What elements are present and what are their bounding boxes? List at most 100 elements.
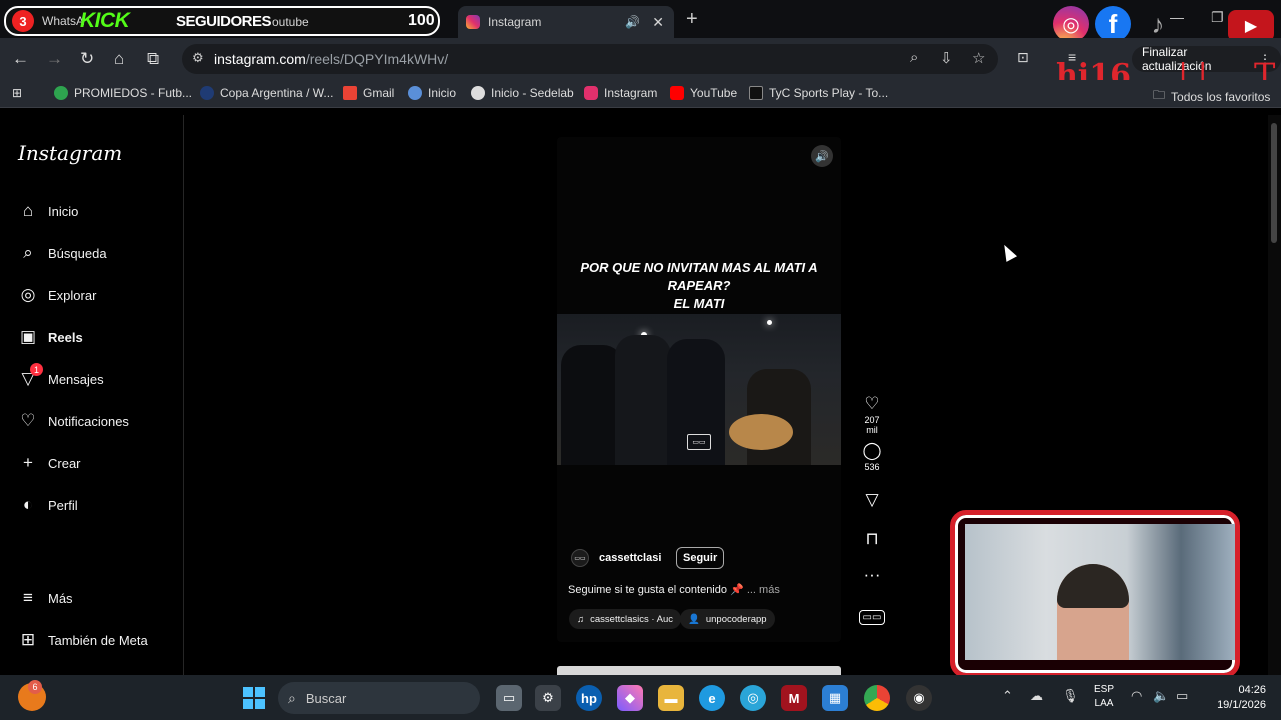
bookmark-sedelab[interactable]: Inicio - Sedelab [471,86,574,100]
tab-whatsapp[interactable]: 3 WhatsA KICK SEGUIDORES outube 100 [4,6,440,36]
sidebar-item-perfil[interactable]: ◐ Perfil [18,495,78,515]
restore-button[interactable]: ❐ [1211,9,1224,26]
input-language[interactable]: ESP LAA [1094,683,1114,711]
edge-icon[interactable]: e [699,685,725,711]
page-scrollbar[interactable] [1268,115,1281,675]
bookmark-inicio[interactable]: Inicio [408,86,456,100]
folder-icon: 🗀 [1153,88,1166,102]
start-button[interactable] [243,687,265,709]
instagram-overlay-icon: ◎ [1053,6,1089,42]
install-app-icon[interactable]: ⇩ [940,49,953,67]
wifi-icon[interactable]: ◠ [1131,688,1142,704]
app-icon[interactable]: ⚙ [535,685,561,711]
sidebar-item-inicio[interactable]: ⌂ Inicio [18,201,79,221]
avatar[interactable]: ▭▭ [571,549,589,567]
search-icon: ⌕ [288,689,296,706]
copilot-icon[interactable]: ◆ [617,685,643,711]
antivirus-icon[interactable]: M [781,685,807,711]
tab-instagram[interactable]: Instagram 🔊 ✕ [458,6,674,38]
more-link[interactable]: ... más [747,584,780,596]
reel-video-frame[interactable]: ▭▭ [557,314,841,465]
close-tab-icon[interactable]: ✕ [652,14,664,31]
like-button[interactable]: ♡ 207 mil [858,394,886,435]
microphone-icon[interactable]: 🎙 [1062,688,1079,704]
audio-page-button[interactable]: ▭▭ [858,607,886,625]
comment-button[interactable]: ◯ 536 [858,441,886,472]
tab-youtube-label: outube [272,15,309,29]
tray-chevron-icon[interactable]: ⌃ [1002,688,1013,704]
tab-label: WhatsA [42,14,85,28]
tab-search-icon[interactable]: ⊡ [1017,49,1029,66]
comment-icon: ◯ [862,441,882,460]
apps-grid-icon[interactable]: ⊞ [12,86,22,100]
bookmark-instagram[interactable]: Instagram [584,86,657,100]
webcam-view [965,524,1235,660]
sidebar-item-crear[interactable]: + Crear [18,453,80,473]
audio-toggle-icon[interactable]: 🔊 [811,145,833,167]
home-button[interactable]: ⌂ [114,49,124,69]
omnibox[interactable]: ⚙ instagram.com/reels/DQPYIm4kWHv/ ⌕ ⇩ ☆ [182,44,998,74]
mouse-cursor [998,242,1018,262]
music-note-icon: ♫ [577,613,585,625]
store-icon[interactable]: ▦ [822,685,848,711]
settings-app-icon[interactable]: ◎ [740,685,766,711]
zoom-icon[interactable]: ⌕ [910,49,918,66]
url-text[interactable]: instagram.com/reels/DQPYIm4kWHv/ [214,51,448,67]
instagram-favicon-icon [466,15,480,29]
bookmark-copa-argentina[interactable]: Copa Argentina / W... [200,86,333,100]
more-options-button[interactable]: ··· [858,565,886,585]
save-button[interactable]: ⊓ [858,529,886,549]
system-clock[interactable]: 04:26 19/1/2026 [1208,683,1266,713]
reload-button[interactable]: ↻ [80,49,94,69]
username[interactable]: cassettclasi [599,552,661,564]
sidebar-item-reels[interactable]: ▣ Reels [18,327,83,347]
scrollbar-thumb[interactable] [1271,123,1277,243]
comment-count: 536 [864,462,880,472]
obs-icon[interactable]: ◉ [906,685,932,711]
chrome-icon[interactable] [864,685,890,711]
instagram-sidebar: Instagram ⌂ Inicio ⌕ Búsqueda ◎ Explorar… [0,115,184,675]
followers-overlay-label: SEGUIDORES [176,13,272,30]
sidebar-item-explorar[interactable]: ◎ Explorar [18,285,97,305]
sidebar-item-mensajes[interactable]: ▽ 1 Mensajes [18,363,104,389]
profile-icon: ◐ [22,495,34,514]
back-button[interactable]: ← [12,49,29,69]
sidebar-item-notificaciones[interactable]: ♡ Notificaciones [18,411,129,431]
instagram-logo[interactable]: Instagram [18,141,122,165]
sidebar-item-meta[interactable]: ⊞ También de Meta [18,630,148,650]
site-settings-icon[interactable]: ⚙ [192,50,204,66]
audio-chip[interactable]: ♫ cassettclasics · Auc [569,609,682,629]
onedrive-icon[interactable]: ☁ [1030,688,1043,704]
bookmark-youtube[interactable]: YouTube [670,86,737,100]
send-icon: ▽ [865,490,879,509]
reel-author[interactable]: ▭▭ cassettclasi [571,549,661,567]
customize-chrome-icon[interactable]: ⧉ [147,49,159,69]
hp-app-icon[interactable]: hp [576,685,602,711]
share-button[interactable]: ▽ [858,490,886,510]
bookmark-promiedos[interactable]: PROMIEDOS - Futb... [54,86,192,100]
follow-button[interactable]: Seguir [676,547,725,569]
volume-icon[interactable]: 🔈 [1153,688,1169,704]
like-count: 207 mil [864,415,880,435]
bookmark-star-icon[interactable]: ☆ [972,49,985,67]
sidebar-item-mas[interactable]: ≡ Más [18,588,73,608]
webcam-overlay [950,510,1240,678]
battery-icon[interactable]: ▭ [1176,688,1188,704]
taskbar-search[interactable]: ⌕ Buscar [278,682,480,714]
facebook-overlay-icon: f [1095,6,1131,42]
forward-button[interactable]: → [46,49,63,69]
cassette-watermark-icon: ▭▭ [687,434,711,450]
person-figure [615,335,671,465]
sidebar-item-busqueda[interactable]: ⌕ Búsqueda [18,243,106,263]
new-tab-button[interactable]: + [686,8,698,31]
reel-player[interactable]: 🔊 POR QUE NO INVITAN MAS AL MATI A RAPEA… [557,137,841,642]
bookmark-tyc-sports[interactable]: TyC Sports Play - To... [749,86,888,100]
collaborator-chip[interactable]: 👤 unpocoderapp [680,609,775,629]
speaker-icon[interactable]: 🔊 [625,15,640,29]
file-explorer-icon[interactable]: ▬ [658,685,684,711]
person-figure [561,345,623,465]
bookmark-gmail[interactable]: Gmail [343,86,394,100]
task-view-icon[interactable]: ▭ [496,685,522,711]
followers-overlay-count: 100 [408,12,435,29]
all-bookmarks-folder[interactable]: 🗀 Todos los favoritos [1153,86,1270,107]
